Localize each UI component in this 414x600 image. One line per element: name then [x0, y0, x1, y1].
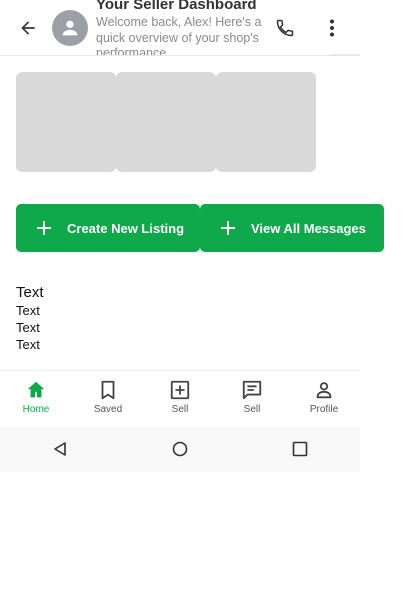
system-navigation-bar [0, 426, 360, 472]
person-icon [316, 382, 332, 399]
arrow-back-icon [21, 21, 35, 35]
text-line: Text [16, 337, 40, 352]
page-title: Your Seller Dashboard [96, 0, 257, 13]
header-divider [330, 54, 360, 55]
page-subtitle: Welcome back, Alex! Here's a quick overv… [96, 15, 262, 56]
nav-label: Saved [93, 404, 123, 415]
more-vert-icon [330, 19, 334, 37]
back-button[interactable] [14, 14, 42, 42]
plus-icon [35, 219, 53, 237]
circle-home-icon [172, 441, 188, 457]
system-recents-button[interactable] [289, 438, 311, 460]
nav-item-saved[interactable]: Saved [72, 371, 144, 427]
view-messages-label: View All Messages [251, 220, 366, 236]
text-line: Text [16, 303, 40, 318]
nav-label: Sell [171, 404, 189, 415]
nav-label: Profile [309, 404, 339, 415]
square-recents-icon [292, 441, 308, 457]
create-listing-label: Create New Listing [67, 220, 185, 236]
nav-item-home[interactable]: Home [0, 371, 72, 427]
chat-icon [242, 380, 262, 400]
view-messages-button[interactable]: View All Messages [200, 204, 384, 252]
nav-item-messages[interactable]: Sell [216, 371, 288, 427]
phone-icon [276, 19, 294, 37]
nav-item-profile[interactable]: Profile [288, 371, 360, 427]
system-home-button[interactable] [169, 438, 191, 460]
add-box-icon [170, 380, 190, 400]
bookmark-icon [101, 380, 115, 400]
avatar[interactable] [52, 10, 88, 46]
text-line: Text [16, 320, 40, 335]
image-placeholder[interactable] [216, 72, 316, 172]
image-placeholder[interactable] [16, 72, 116, 172]
header-titles: Your Seller Dashboard Welcome back, Alex… [96, 0, 266, 56]
image-placeholder[interactable] [116, 72, 216, 172]
plus-icon [219, 219, 237, 237]
triangle-back-icon [54, 442, 66, 456]
nav-item-sell[interactable]: Sell [144, 371, 216, 427]
more-options-button[interactable] [320, 14, 344, 42]
nav-label: Sell [243, 404, 261, 415]
nav-label: Home [22, 404, 50, 415]
create-listing-button[interactable]: Create New Listing [16, 204, 200, 252]
home-icon [27, 381, 45, 398]
text-line: Text [16, 284, 44, 301]
top-app-bar: Your Seller Dashboard Welcome back, Alex… [0, 0, 360, 56]
call-button[interactable] [272, 14, 298, 42]
system-back-button[interactable] [49, 438, 71, 460]
bottom-navigation: Home Saved Sell Sell Profile [0, 370, 360, 426]
image-carousel [16, 72, 316, 172]
person-icon [62, 20, 78, 36]
text-block: Text Text Text Text [16, 284, 44, 353]
app-screen: Your Seller Dashboard Welcome back, Alex… [0, 0, 384, 472]
